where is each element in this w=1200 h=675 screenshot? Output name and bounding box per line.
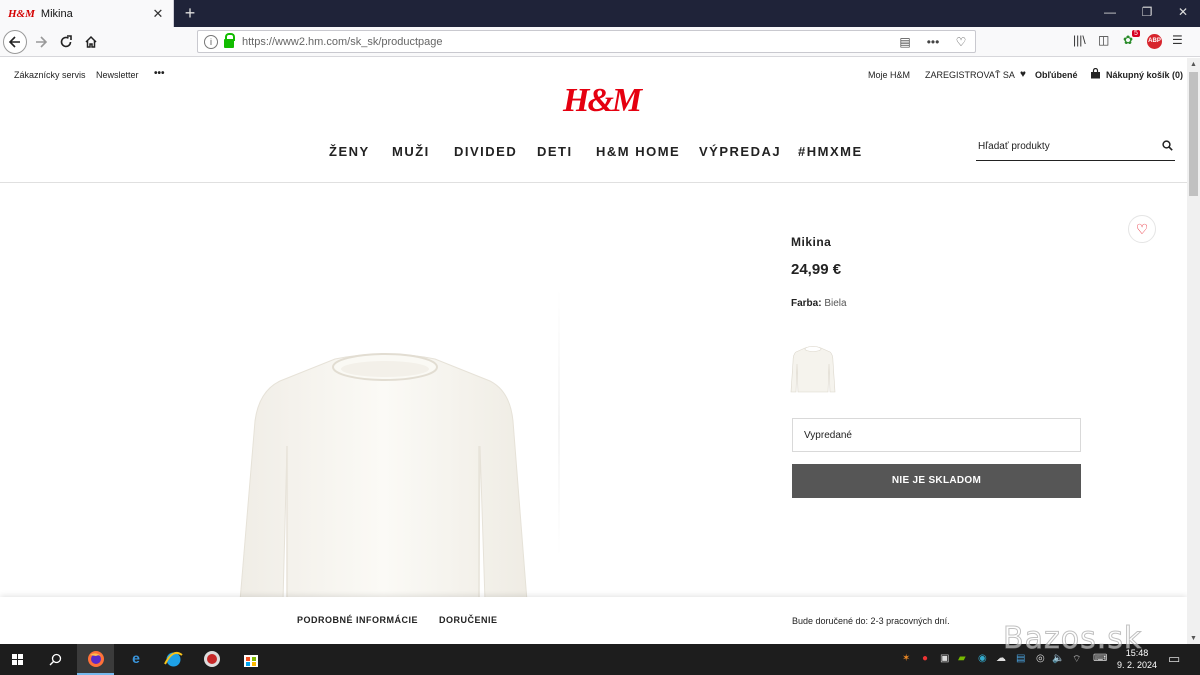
color-value: Biela [824,298,847,309]
pocket-icon[interactable]: ♡ [947,35,975,49]
image-artifact [558,288,560,558]
color-label: Farba: [791,298,822,309]
nav-hm-home[interactable]: H&M HOME [596,144,680,159]
tray-app-icon[interactable]: ✶ [902,653,910,664]
menu-icon[interactable]: ☰ [1172,33,1183,47]
nav-men[interactable]: MUŽI [392,144,430,159]
app-icon[interactable] [203,650,221,668]
hm-favicon-icon: H&M [8,8,35,20]
tray-sync-icon[interactable]: ◉ [978,653,987,664]
tab-title: Mikina [40,8,73,20]
color-swatch-thumbnail[interactable] [790,342,836,394]
page-actions-icon[interactable]: ••• [919,35,947,49]
add-to-favorites-button[interactable]: ♡ [1128,215,1156,243]
search-taskbar-icon[interactable] [49,653,62,666]
nav-sale[interactable]: VÝPREDAJ [699,144,781,159]
forward-button[interactable] [29,30,53,54]
windows-start-icon[interactable] [12,654,24,666]
library-icon[interactable]: |||\ [1073,33,1086,47]
site-info-icon[interactable]: i [204,34,218,49]
scroll-down-icon[interactable]: ▼ [1190,635,1197,642]
extension-badge: 5 [1132,30,1140,37]
favorites-link[interactable]: Obľúbené [1035,70,1077,80]
ie-icon[interactable] [164,650,183,669]
product-color: Farba: Biela [791,298,847,309]
search-icon[interactable] [1162,140,1173,151]
register-link[interactable]: ZAREGISTROVAŤ SA [925,70,1015,80]
my-hm-link[interactable]: Moje H&M [868,70,910,80]
edge-icon[interactable]: e [126,650,146,666]
newsletter-link[interactable]: Newsletter [96,70,139,80]
firefox-icon [88,651,104,667]
hm-logo[interactable]: H&M [563,82,642,120]
tab-close-icon[interactable]: ✕ [151,6,165,22]
store-icon[interactable] [242,650,260,668]
details-tab[interactable]: PODROBNÉ INFORMÁCIE [297,615,418,625]
home-button[interactable] [79,30,103,54]
secure-lock-icon[interactable] [224,32,235,48]
cart-link[interactable]: Nákupný košík (0) [1106,70,1183,80]
home-icon [85,35,97,48]
product-name: Mikina [791,235,832,249]
heart-icon: ♥ [1020,69,1026,80]
notifications-icon[interactable]: ▭ [1168,651,1180,667]
reader-view-icon[interactable]: ▤ [891,35,919,49]
clock-date: 9. 2. 2024 [1117,660,1158,670]
tray-antivirus-icon[interactable]: ● [922,653,928,664]
address-bar[interactable]: i https://www2.hm.com/sk_sk/productpage … [197,30,976,53]
reload-icon [60,35,72,48]
adblock-icon[interactable]: ABP [1147,34,1162,49]
size-select[interactable]: Vypredané [792,418,1081,452]
header-divider [0,182,1187,183]
web-page: Zákaznícky servis Newsletter ••• Moje H&… [0,58,1187,644]
nav-women[interactable]: ŽENY [329,144,370,159]
search-input[interactable]: Hľadať produkty [976,134,1175,161]
forward-arrow-icon [36,36,48,48]
scroll-up-icon[interactable]: ▲ [1190,61,1197,68]
delivery-tab[interactable]: DORUČENIE [439,615,498,625]
bag-icon [1090,67,1101,81]
page-scrollbar[interactable]: ▲ ▼ [1187,58,1200,644]
nav-hmxme[interactable]: #HMXME [798,144,863,159]
close-window-button[interactable]: ✕ [1164,0,1200,27]
nav-kids[interactable]: DETI [537,144,573,159]
scrollbar-thumb[interactable] [1189,72,1198,196]
product-image[interactable] [235,351,535,601]
browser-navigation-bar: i https://www2.hm.com/sk_sk/productpage … [0,27,1200,57]
browser-tab[interactable]: H&M Mikina ✕ [0,0,174,28]
tray-usb-icon[interactable]: ▣ [940,653,949,664]
search-placeholder: Hľadať produkty [978,141,1050,152]
delivery-note: Bude doručené do: 2-3 pracovných dní. [792,616,950,626]
minimize-button[interactable]: — [1091,0,1129,27]
back-arrow-icon [8,36,20,48]
out-of-stock-button[interactable]: NIE JE SKLADOM [792,464,1081,498]
product-price: 24,99 € [791,261,842,278]
nav-divided[interactable]: DIVIDED [454,144,517,159]
restore-button[interactable]: ❐ [1128,0,1166,27]
watermark: Bazos.sk [1002,621,1143,657]
url-text[interactable]: https://www2.hm.com/sk_sk/productpage [242,36,891,48]
sidebar-icon[interactable]: ◫ [1098,33,1109,47]
more-menu-icon[interactable]: ••• [154,68,165,79]
new-tab-button[interactable]: + [176,3,204,25]
tray-nvidia-icon[interactable]: ▰ [958,653,966,664]
back-button[interactable] [3,30,27,54]
customer-service-link[interactable]: Zákaznícky servis [14,70,86,80]
browser-tab-bar: H&M Mikina ✕ + — ❐ ✕ [0,0,1200,28]
reload-button[interactable] [54,30,78,54]
heart-outline-icon: ♡ [1135,221,1149,237]
